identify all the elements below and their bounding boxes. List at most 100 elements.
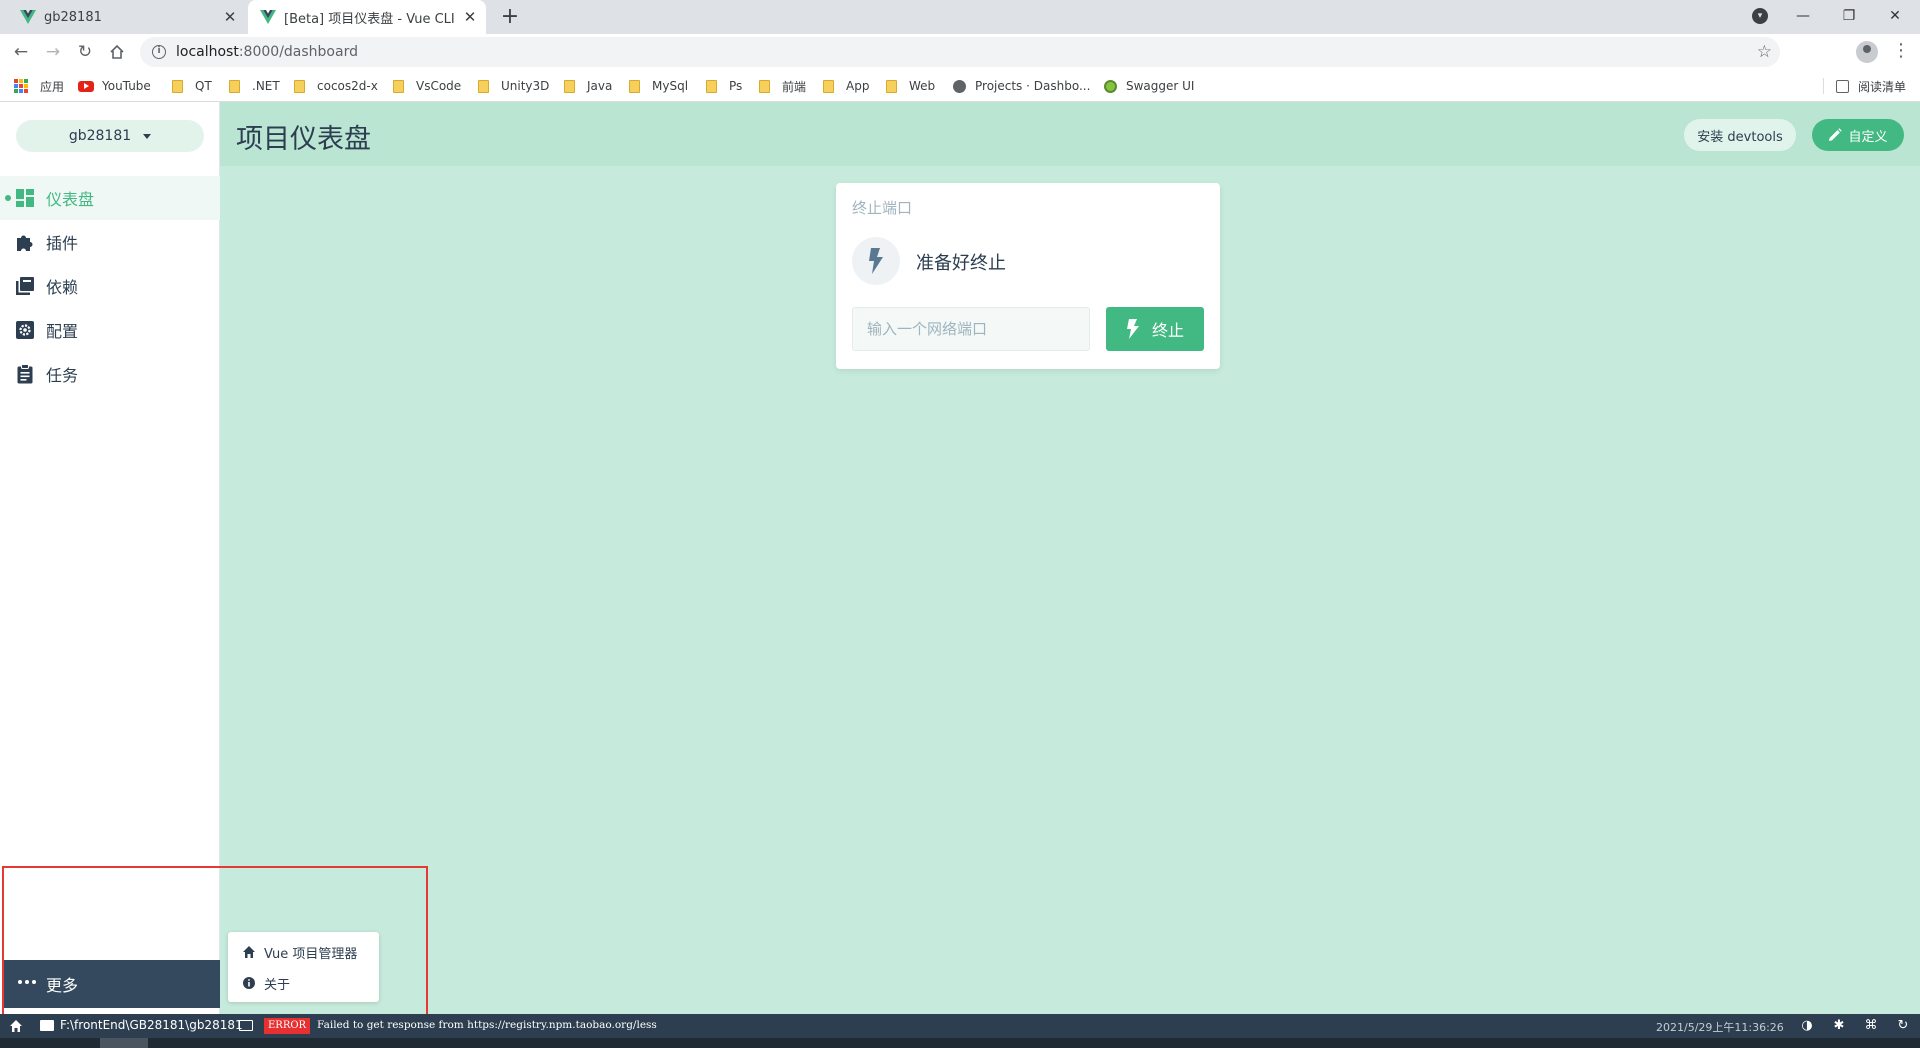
more-button[interactable]: 更多 xyxy=(2,960,220,1008)
home-icon[interactable] xyxy=(9,1019,23,1033)
bookmark-vscode[interactable]: VsCode xyxy=(393,76,461,96)
reload-icon[interactable]: ↻ xyxy=(73,40,97,64)
youtube-icon xyxy=(78,80,94,92)
lightning-bolt-icon xyxy=(1126,319,1139,339)
browser-toolbar: ← → ↻ i localhost:8000/dashboard ☆ ⋮ xyxy=(0,34,1920,70)
settings-icon xyxy=(16,321,34,339)
site-info-icon[interactable]: i xyxy=(152,45,166,59)
kill-port-widget: 终止端口 准备好终止 终止 xyxy=(836,183,1220,369)
more-dots-icon xyxy=(18,980,36,986)
customize-label: 自定义 xyxy=(1848,129,1888,145)
restore-icon[interactable]: ❐ xyxy=(1826,0,1872,32)
info-icon xyxy=(243,977,255,989)
menu-item-project-manager[interactable]: Vue 项目管理器 xyxy=(228,937,379,967)
browser-tab-vue-cli[interactable]: [Beta] 项目仪表盘 - Vue CLI ✕ xyxy=(248,0,486,34)
bookmark-java[interactable]: Java xyxy=(564,76,612,96)
forward-arrow-icon[interactable]: → xyxy=(41,40,65,64)
pencil-icon xyxy=(1829,128,1843,141)
menu-item-about[interactable]: 关于 xyxy=(228,968,379,998)
menu-item-label: 关于 xyxy=(264,977,291,993)
bookmark-apps[interactable]: 应用 xyxy=(14,76,64,96)
window-close-icon[interactable]: ✕ xyxy=(1872,0,1918,32)
bookmark-label: MySql xyxy=(652,79,689,93)
bookmarks-bar: 应用 YouTube QT .NET cocos2d-x VsCode Unit… xyxy=(0,70,1920,102)
sidebar-item-dependencies[interactable]: 依赖 xyxy=(0,264,220,308)
refresh-icon[interactable]: ↻ xyxy=(1896,1019,1910,1033)
bookmark-web[interactable]: Web xyxy=(886,76,935,96)
minimize-icon[interactable]: — xyxy=(1780,0,1826,32)
os-taskbar xyxy=(0,1038,1920,1048)
project-path[interactable]: F:\frontEnd\GB28181\gb28181 xyxy=(60,1018,243,1032)
bookmark-label: Ps xyxy=(729,79,743,93)
sidebar-item-label: 依赖 xyxy=(46,278,79,297)
home-icon[interactable] xyxy=(105,40,129,64)
bookmark-label: Unity3D xyxy=(501,79,550,93)
close-tab-icon[interactable]: ✕ xyxy=(462,9,478,25)
error-badge: ERROR xyxy=(264,1018,311,1034)
bug-report-icon[interactable]: ✱ xyxy=(1832,1019,1846,1033)
globe-icon xyxy=(953,79,966,93)
more-popup-menu: Vue 项目管理器 关于 xyxy=(228,932,379,1002)
home-icon xyxy=(243,946,255,958)
bookmark-star-icon[interactable]: ☆ xyxy=(1757,42,1772,62)
bookmark-qt[interactable]: QT xyxy=(172,76,212,96)
address-bar[interactable]: i localhost:8000/dashboard ☆ xyxy=(140,37,1780,67)
bookmark-app[interactable]: App xyxy=(823,76,869,96)
bookmark-cocos2d-x[interactable]: cocos2d-x xyxy=(294,76,378,96)
bookmark-label: Projects · Dashbo... xyxy=(975,79,1091,93)
kill-label: 终止 xyxy=(1151,321,1184,340)
profile-avatar-icon[interactable] xyxy=(1856,41,1878,63)
kill-port-button[interactable]: 终止 xyxy=(1106,307,1204,351)
new-tab-button[interactable]: + xyxy=(498,5,522,29)
bookmark-projects-dashboard[interactable]: Projects · Dashbo... xyxy=(953,76,1090,96)
page-title: 项目仪表盘 xyxy=(236,124,371,155)
folder-icon xyxy=(294,79,305,93)
bookmark-frontend[interactable]: 前端 xyxy=(759,76,806,96)
sidebar-item-label: 任务 xyxy=(46,366,79,385)
folder-icon xyxy=(823,79,834,93)
apps-grid-icon xyxy=(14,79,28,93)
folder-icon xyxy=(564,79,575,93)
vue-logo-icon xyxy=(260,10,276,24)
folder-icon xyxy=(886,79,897,93)
devtools-label: 安装 devtools xyxy=(1697,129,1783,145)
sidebar-item-configuration[interactable]: 配置 xyxy=(0,308,220,352)
log-message[interactable]: Failed to get response from https://regi… xyxy=(317,1019,657,1031)
vue-logo-icon xyxy=(20,10,36,24)
bookmark-unity3d[interactable]: Unity3D xyxy=(478,76,549,96)
project-switcher[interactable]: gb28181 xyxy=(16,120,204,152)
bookmark-label: QT xyxy=(195,79,212,93)
sidebar-item-dashboard[interactable]: 仪表盘 xyxy=(0,176,220,220)
bookmark-dotnet[interactable]: .NET xyxy=(229,76,280,96)
bookmark-ps[interactable]: Ps xyxy=(706,76,742,96)
browser-tab-gb28181[interactable]: gb28181 ✕ xyxy=(10,0,246,34)
bookmark-mysql[interactable]: MySql xyxy=(629,76,688,96)
port-input[interactable] xyxy=(852,307,1090,351)
sidebar-item-tasks[interactable]: 任务 xyxy=(0,352,220,396)
folder-icon xyxy=(229,79,240,93)
reading-list-icon xyxy=(1835,79,1849,93)
install-devtools-button[interactable]: 安装 devtools xyxy=(1684,119,1796,151)
browser-menu-icon[interactable]: ⋮ xyxy=(1892,40,1910,64)
back-arrow-icon[interactable]: ← xyxy=(9,40,33,64)
sidebar-item-plugins[interactable]: 插件 xyxy=(0,220,220,264)
customize-button[interactable]: 自定义 xyxy=(1812,119,1904,151)
bookmark-swagger-ui[interactable]: Swagger UI xyxy=(1104,76,1194,96)
bookmark-label: Web xyxy=(909,79,936,93)
close-tab-icon[interactable]: ✕ xyxy=(222,9,238,25)
translate-icon[interactable]: ⌘ xyxy=(1864,1019,1878,1033)
sidebar: gb28181 仪表盘 插件 依赖 配置 任务 更多 xyxy=(0,102,220,1014)
bookmark-label: 应用 xyxy=(40,79,65,94)
log-timestamp: 2021/5/29上午11:36:26 xyxy=(1656,1021,1784,1034)
dark-mode-icon[interactable]: ◑ xyxy=(1800,1019,1814,1033)
folder-icon xyxy=(40,1020,54,1031)
taskbar-app-item[interactable] xyxy=(100,1038,148,1048)
browser-tab-strip: gb28181 ✕ [Beta] 项目仪表盘 - Vue CLI ✕ + ▾ —… xyxy=(0,0,1920,34)
folder-icon xyxy=(478,79,489,93)
folder-icon xyxy=(759,79,770,93)
bookmark-youtube[interactable]: YouTube xyxy=(78,76,151,96)
reading-list-button[interactable]: 阅读清单 xyxy=(1835,76,1906,96)
tab-search-icon[interactable]: ▾ xyxy=(1752,8,1768,24)
log-icon[interactable] xyxy=(239,1020,253,1031)
bookmarks-divider xyxy=(1823,78,1824,94)
